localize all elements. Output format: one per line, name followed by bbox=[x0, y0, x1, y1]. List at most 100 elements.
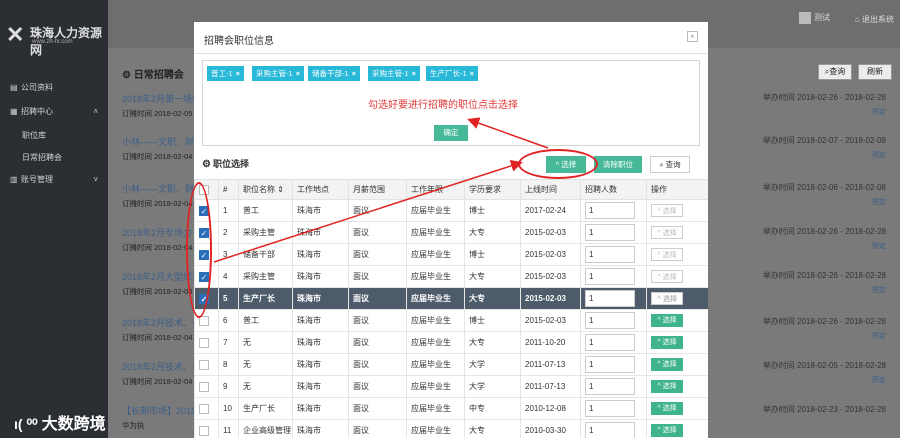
confirm-button[interactable]: 确定 bbox=[434, 125, 468, 141]
cell-op: ^ 选择 bbox=[646, 309, 708, 332]
close-icon[interactable]: × bbox=[687, 31, 698, 42]
cell-num: 5 bbox=[218, 287, 239, 310]
count-input[interactable]: 1 bbox=[585, 268, 635, 285]
hint-text: 勾选好要进行招聘的职位点击选择 bbox=[368, 100, 518, 111]
annotation-checkbox-oval bbox=[186, 182, 212, 318]
count-input[interactable]: 1 bbox=[585, 356, 635, 373]
row-checkbox-cell[interactable] bbox=[194, 419, 219, 438]
count-input[interactable]: 1 bbox=[585, 334, 635, 351]
row-choose-button[interactable]: ^ 选择 bbox=[651, 226, 683, 239]
logout-link[interactable]: ⌂ 退出系统 bbox=[855, 14, 894, 25]
clear-jobs-button[interactable]: 清除职位 bbox=[594, 156, 642, 173]
count-input[interactable]: 1 bbox=[585, 246, 635, 263]
sidebar-item-daily-fair[interactable]: 日常招聘会 bbox=[0, 150, 108, 166]
row-choose-button[interactable]: ^ 选择 bbox=[651, 424, 683, 437]
list-item[interactable]: 2018年2月技术、普 订摊时间 2018-02-04 bbox=[122, 360, 201, 387]
table-row[interactable]: 11企业高级管理…珠海市面议应届毕业生大专2010-03-301 ^ 选择 bbox=[194, 419, 708, 438]
sidebar-item-company[interactable]: ▤ 公司资料 bbox=[0, 80, 108, 96]
row-choose-button[interactable]: ^ 选择 bbox=[651, 314, 683, 327]
remove-tag-icon[interactable]: × bbox=[352, 69, 356, 78]
row-checkbox-cell[interactable] bbox=[194, 353, 219, 376]
cell-salary: 面议 bbox=[348, 331, 407, 354]
remove-tag-icon[interactable]: × bbox=[236, 69, 240, 78]
count-input[interactable]: 1 bbox=[585, 224, 635, 241]
checkbox[interactable] bbox=[199, 381, 209, 392]
query-button[interactable]: ⌕查询 bbox=[818, 64, 852, 80]
row-checkbox-cell[interactable] bbox=[194, 331, 219, 354]
cell-edu: 大专 bbox=[464, 331, 521, 354]
cell-years: 应届毕业生 bbox=[406, 419, 465, 438]
table-row[interactable]: 9 无珠海市 面议 应届毕业生 大学 2011-07-13 1 ^ 选择 bbox=[194, 375, 708, 398]
file-icon: ▤ bbox=[10, 83, 18, 92]
cell-num: 1 bbox=[218, 199, 239, 222]
table-row[interactable]: 6 普工 珠海市 面议 应届毕业生 博士 2015-02-03 1 ^ 选择 bbox=[194, 309, 708, 332]
header-cell[interactable]: 职位名称 ⇕ bbox=[238, 179, 293, 200]
table-row[interactable]: ✓ 2 采购主管 珠海市 面议 应届毕业生 大专 2015-02-03 1 ^ 选择 bbox=[194, 221, 708, 244]
list-item[interactable]: 小林——文职、财务 订摊时间 2018-02-04 bbox=[122, 135, 203, 162]
remove-tag-icon[interactable]: × bbox=[296, 69, 300, 78]
cell-num: 11 bbox=[218, 419, 239, 438]
list-item[interactable]: 2018年2月大型综合 订摊时间 2018-02-04 bbox=[122, 270, 201, 297]
row-choose-button[interactable]: ^ 选择 bbox=[651, 336, 683, 349]
checkbox[interactable] bbox=[199, 403, 209, 414]
row-choose-button[interactable]: ^ 选择 bbox=[651, 248, 683, 261]
table-row[interactable]: ✓ 4 采购主管 珠海市 面议 应届毕业生 大专 2015-02-03 1 ^ 选择 bbox=[194, 265, 708, 288]
cell-date: 2011-07-13 bbox=[520, 375, 581, 398]
row-choose-button[interactable]: ^ 选择 bbox=[651, 204, 683, 217]
checkbox[interactable] bbox=[199, 337, 209, 348]
cell-edu: 博士 bbox=[464, 199, 521, 222]
job-info-modal: 招聘会职位信息 × 普工-1 × 采购主管-1 × 储备干部-1 × 采购主管-1 × … bbox=[194, 22, 708, 438]
cell-years: 应届毕业生 bbox=[406, 243, 465, 266]
cell-name: 无 bbox=[238, 331, 293, 354]
table-row[interactable]: 7 无珠海市 面议 应届毕业生 大专 2011-10-20 1 ^ 选择 bbox=[194, 331, 708, 354]
cell-num: 4 bbox=[218, 265, 239, 288]
cell-name: 生产厂长 bbox=[238, 397, 293, 420]
row-choose-button[interactable]: ^ 选择 bbox=[651, 402, 683, 415]
sidebar-item-job-library[interactable]: 职位库 bbox=[0, 128, 108, 144]
section-title: ⚙ 职位选择 bbox=[202, 159, 249, 170]
count-input[interactable]: 1 bbox=[585, 422, 635, 438]
cell-years: 应届毕业生 bbox=[406, 353, 465, 376]
list-item[interactable]: 小林——文职、财务 订摊时间 2018-02-04 bbox=[122, 182, 203, 209]
cell-edu: 中专 bbox=[464, 397, 521, 420]
list-item[interactable]: 2018年2月专场力 订摊时间 2018-02-04 bbox=[122, 226, 192, 253]
row-choose-button[interactable]: ^ 选择 bbox=[651, 358, 683, 371]
sidebar: ✕ 珠海人力资源网 www.zh-hr.com ▤ 公司资料 ▦ 招聘中心 ˄ 职位… bbox=[0, 0, 108, 438]
list-item[interactable]: 【长期市场】2018 华为执 bbox=[122, 404, 196, 431]
list-item-right: 举办时间 2018-02-07 - 2018-02-09 预定 bbox=[762, 136, 886, 159]
row-checkbox-cell[interactable] bbox=[194, 397, 219, 420]
checkbox[interactable] bbox=[199, 359, 209, 370]
count-input[interactable]: 1 bbox=[585, 202, 635, 219]
row-choose-button[interactable]: ^ 选择 bbox=[651, 380, 683, 393]
list-item[interactable]: 2018年2月技术、普 订摊时间 2018-02-04 bbox=[122, 316, 201, 343]
table-row[interactable]: ✓ 3 储备干部 珠海市 面议 应届毕业生 博士 2015-02-03 1 ^ 选择 bbox=[194, 243, 708, 266]
cell-loc: 珠海市 bbox=[292, 353, 349, 376]
count-input[interactable]: 1 bbox=[585, 290, 635, 307]
user-menu[interactable]: 测试 bbox=[799, 12, 830, 24]
table-row[interactable]: 8 无珠海市 面议 应届毕业生 大学 2011-07-13 1 ^ 选择 bbox=[194, 353, 708, 376]
cell-num: 2 bbox=[218, 221, 239, 244]
remove-tag-icon[interactable]: × bbox=[470, 69, 474, 78]
table-row[interactable]: 10 生产厂长 珠海市 面议 应届毕业生 中专 2010-12-08 1 ^ 选择 bbox=[194, 397, 708, 420]
remove-tag-icon[interactable]: × bbox=[412, 69, 416, 78]
count-input[interactable]: 1 bbox=[585, 400, 635, 417]
table-row[interactable]: ✓ 5 生产厂长 珠海市 面议 应届毕业生 大专 2015-02-03 1 ^ 选择 bbox=[194, 287, 708, 310]
count-input[interactable]: 1 bbox=[585, 312, 635, 329]
query-button[interactable]: ⌕ 查询 bbox=[650, 156, 690, 173]
sidebar-item-recruit-center[interactable]: ▦ 招聘中心 ˄ bbox=[0, 104, 108, 120]
cell-salary: 面议 bbox=[348, 199, 407, 222]
refresh-button[interactable]: 刷新 bbox=[858, 64, 892, 80]
count-input[interactable]: 1 bbox=[585, 378, 635, 395]
row-choose-button[interactable]: ^ 选择 bbox=[651, 292, 683, 305]
list-item-right: 举办时间 2018-02-06 - 2018-02-08 预定 bbox=[762, 183, 886, 206]
list-item[interactable]: 2018年2月第一场社 订摊时间 2018-02-05 bbox=[122, 92, 201, 119]
header-cell: 学历要求 bbox=[464, 179, 521, 200]
cell-salary: 面议 bbox=[348, 287, 407, 310]
sidebar-item-account[interactable]: ▥ 账号管理 ˅ bbox=[0, 172, 108, 188]
checkbox[interactable] bbox=[199, 425, 209, 436]
row-choose-button[interactable]: ^ 选择 bbox=[651, 270, 683, 283]
row-checkbox-cell[interactable] bbox=[194, 375, 219, 398]
table-row[interactable]: ✓ 1 普工 珠海市 面议 应届毕业生 博士 2017-02-24 1 ^ 选择 bbox=[194, 199, 708, 222]
cell-count: 1 bbox=[580, 309, 647, 332]
job-table: # 职位名称 ⇕ 工作地点 月薪范围 工作年限 学历要求 上线时间 招聘人数 操… bbox=[194, 179, 708, 438]
